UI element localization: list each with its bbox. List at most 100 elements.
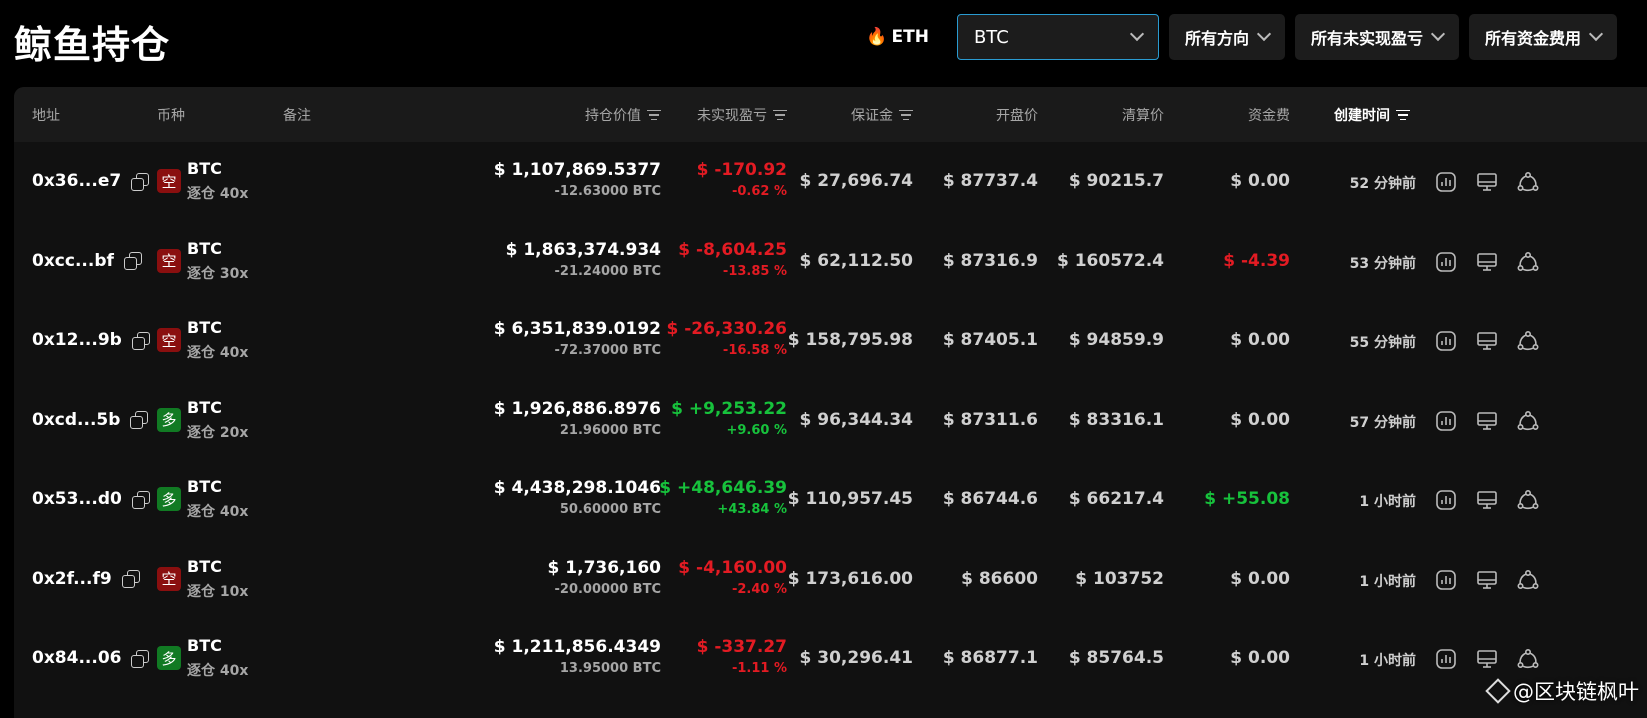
position-value: $ 1,926,886.8976 [493, 398, 661, 419]
address-text[interactable]: 0x53...d0 [32, 489, 122, 509]
direction-filter[interactable]: 所有方向 [1168, 14, 1285, 60]
share-nodes-icon[interactable] [1516, 647, 1540, 671]
sort-icon [899, 109, 913, 121]
share-nodes-icon[interactable] [1516, 488, 1540, 512]
leverage-label: 逐仓 40x [187, 186, 249, 202]
share-nodes-icon[interactable] [1516, 170, 1540, 194]
entry-price: $ 86877.1 [942, 648, 1038, 668]
address-cell[interactable]: 0x53...d0 [32, 489, 150, 509]
address-text[interactable]: 0x36...e7 [32, 171, 121, 191]
direction-badge: 多 [157, 487, 181, 511]
header-entry-price: 开盘价 [996, 108, 1038, 124]
created-time: 53 分钟前 [1349, 255, 1416, 272]
coin-name: BTC [187, 397, 222, 417]
share-nodes-icon[interactable] [1516, 568, 1540, 592]
copy-icon[interactable] [130, 411, 149, 429]
header-margin[interactable]: 保证金 [851, 105, 913, 125]
eth-label: ETH [891, 27, 929, 47]
liquidation-price: $ 83316.1 [1068, 409, 1164, 430]
header-liq-price: 清算价 [1122, 108, 1164, 124]
header-address: 地址 [32, 108, 60, 124]
copy-icon[interactable] [131, 331, 150, 350]
address-cell[interactable]: 0x2f...f9 [32, 569, 140, 589]
position-value: $ 6,351,839.0192 [493, 319, 661, 339]
pnl-filter[interactable]: 所有未实现盈亏 [1294, 14, 1459, 60]
copy-icon[interactable] [131, 172, 150, 191]
coin-select-value: BTC [973, 26, 1009, 48]
unrealized-pnl-percent: +9.60 % [726, 422, 787, 438]
margin-value: $ 62,112.50 [799, 250, 913, 271]
created-time: 1 小时前 [1359, 653, 1416, 669]
direction-badge: 多 [157, 646, 181, 670]
monitor-icon[interactable] [1475, 647, 1499, 671]
address-cell[interactable]: 0x84...06 [32, 648, 150, 668]
chevron-down-icon [1588, 26, 1604, 42]
top-controls: 🔥 ETH BTC 所有方向 所有未实现盈亏 所有资金费用 [866, 14, 1647, 60]
address-text[interactable]: 0x12...9b [32, 330, 122, 350]
address-text[interactable]: 0x2f...f9 [32, 569, 112, 589]
chart-icon[interactable] [1434, 329, 1458, 353]
entry-price: $ 87316.9 [942, 250, 1038, 271]
header-unrealized-pnl[interactable]: 未实现盈亏 [697, 105, 787, 125]
entry-price: $ 86744.6 [942, 489, 1038, 509]
copy-icon[interactable] [121, 570, 140, 588]
share-nodes-icon[interactable] [1516, 250, 1540, 274]
leverage-label: 逐仓 20x [187, 424, 249, 441]
header-funding: 资金费 [1248, 108, 1290, 124]
eth-chip[interactable]: 🔥 ETH [866, 27, 929, 47]
chart-icon[interactable] [1434, 170, 1458, 194]
liquidation-price: $ 94859.9 [1068, 330, 1164, 350]
direction-badge: 空 [157, 328, 181, 352]
sort-icon [773, 109, 787, 121]
table-row: 0x53...d0 多 BTC 逐仓 40x $ 4,438,298.1046 50.60… [14, 460, 1647, 540]
chart-icon[interactable] [1434, 409, 1458, 433]
address-text[interactable]: 0x84...06 [32, 648, 121, 668]
address-cell[interactable]: 0xcd...5b [32, 410, 149, 430]
monitor-icon[interactable] [1475, 409, 1499, 433]
position-size: -72.37000 BTC [554, 343, 662, 358]
table-body: 0x36...e7 空 BTC 逐仓 40x $ 1,107,869.5377 -12.6… [14, 142, 1647, 699]
copy-icon[interactable] [123, 252, 142, 270]
copy-icon[interactable] [131, 649, 150, 668]
coin-select[interactable]: BTC [956, 14, 1159, 60]
address-cell[interactable]: 0xcc...bf [32, 251, 142, 271]
direction-filter-label: 所有方向 [1184, 29, 1249, 48]
address-cell[interactable]: 0x36...e7 [32, 171, 150, 191]
pnl-filter-label: 所有未实现盈亏 [1310, 29, 1423, 48]
chevron-down-icon [1129, 26, 1145, 42]
margin-value: $ 96,344.34 [799, 409, 913, 430]
chart-icon[interactable] [1434, 250, 1458, 274]
direction-badge: 多 [157, 407, 181, 432]
monitor-icon[interactable] [1475, 329, 1499, 353]
chart-icon[interactable] [1434, 488, 1458, 512]
unrealized-pnl: $ -337.27 [696, 637, 787, 657]
header-position-value[interactable]: 持仓价值 [585, 105, 661, 125]
unrealized-pnl-percent: -16.58 % [722, 343, 787, 358]
address-text[interactable]: 0xcc...bf [32, 251, 114, 271]
funding-fee: $ -4.39 [1223, 250, 1290, 271]
funding-fee: $ 0.00 [1230, 171, 1290, 191]
table-row: 0x2f...f9 空 BTC 逐仓 10x $ 1,736,160 -20.00000 … [14, 540, 1647, 620]
copy-icon[interactable] [131, 490, 150, 509]
unrealized-pnl-percent: -1.11 % [731, 661, 787, 676]
monitor-icon[interactable] [1475, 250, 1499, 274]
address-cell[interactable]: 0x12...9b [32, 330, 150, 350]
monitor-icon[interactable] [1475, 488, 1499, 512]
share-nodes-icon[interactable] [1516, 409, 1540, 433]
address-text[interactable]: 0xcd...5b [32, 410, 120, 430]
monitor-icon[interactable] [1475, 568, 1499, 592]
funding-filter[interactable]: 所有资金费用 [1468, 14, 1617, 60]
flame-icon: 🔥 [866, 27, 888, 47]
table-row: 0x12...9b 空 BTC 逐仓 40x $ 6,351,839.0192 -72.3… [14, 301, 1647, 381]
funding-fee: $ 0.00 [1230, 409, 1290, 430]
unrealized-pnl-percent: -2.40 % [731, 581, 787, 597]
entry-price: $ 87405.1 [942, 330, 1038, 350]
chart-icon[interactable] [1434, 647, 1458, 671]
header-created[interactable]: 创建时间 [1334, 105, 1410, 125]
monitor-icon[interactable] [1475, 170, 1499, 194]
coin-name: BTC [187, 556, 222, 576]
share-nodes-icon[interactable] [1516, 329, 1540, 353]
chart-icon[interactable] [1434, 568, 1458, 592]
unrealized-pnl-percent: +43.84 % [717, 502, 787, 517]
created-time: 55 分钟前 [1349, 335, 1416, 351]
